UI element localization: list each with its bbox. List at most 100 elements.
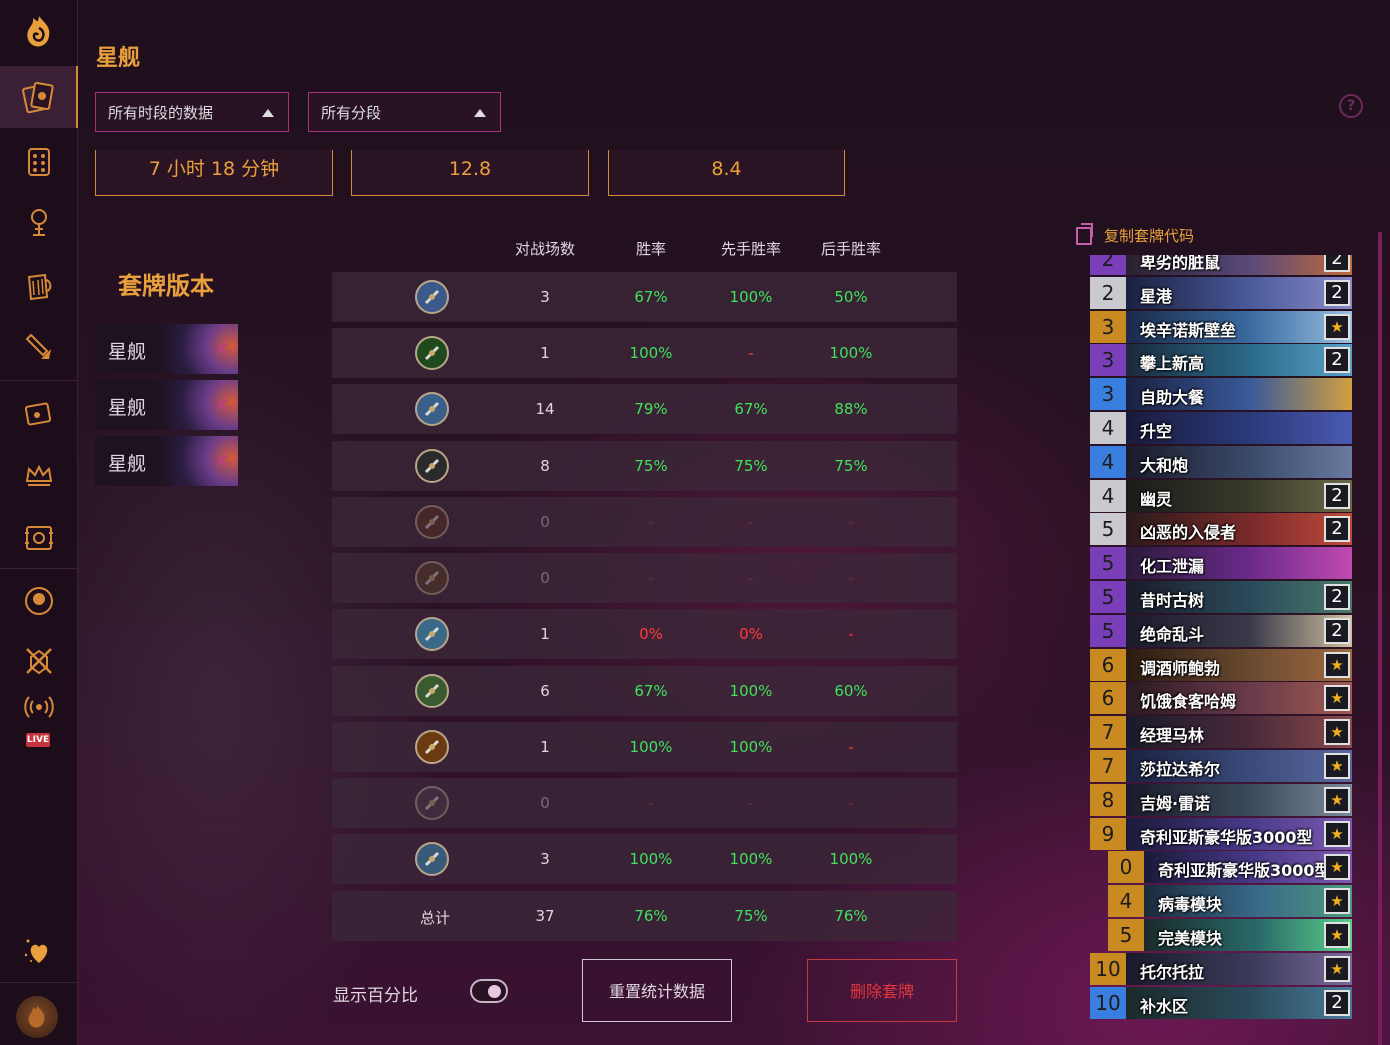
deck-version-name: 星舰 xyxy=(108,341,147,363)
sidebar-item-trophy[interactable] xyxy=(0,192,78,254)
flame-logo-icon xyxy=(27,16,50,47)
card-name: 饥饿食客哈姆 xyxy=(1140,692,1237,712)
stat-box-2: 12.8 xyxy=(351,150,589,196)
table-row: 6 67% 100% 60% xyxy=(332,666,957,716)
card-list-subitem[interactable]: 0 奇利亚斯豪华版3000型 ★ xyxy=(1108,851,1352,884)
card-list-subitem[interactable]: 4 病毒模块 ★ xyxy=(1108,885,1352,918)
show-percent-toggle[interactable] xyxy=(470,979,508,1003)
deck-version-item[interactable]: 星舰 × xyxy=(95,380,238,430)
card-list-scrollbar[interactable] xyxy=(1378,232,1382,1045)
card-cost: 0 xyxy=(1108,851,1144,884)
sidebar-item-profile[interactable] xyxy=(0,570,78,632)
help-icon[interactable]: ? xyxy=(1339,94,1363,118)
delete-deck-button[interactable]: 删除套牌 xyxy=(807,959,957,1022)
total-second-winrate-cell: 76% xyxy=(834,907,868,925)
card-list-item[interactable]: 10 补水区 2 xyxy=(1090,986,1352,1019)
card-name: 昔时古树 xyxy=(1140,591,1205,610)
card-list-item[interactable]: 6 调酒师鲍勃 ★ xyxy=(1090,648,1352,681)
card-list-item[interactable]: 5 绝命乱斗 2 xyxy=(1090,614,1352,647)
card-list-item[interactable]: 7 莎拉达希尔 ★ xyxy=(1090,750,1352,782)
remove-version-icon[interactable]: × xyxy=(213,336,230,360)
card-count-badge: 2 xyxy=(1324,255,1350,272)
sidebar-item-arena[interactable] xyxy=(0,316,78,378)
time-range-dropdown[interactable]: 所有时段的数据 xyxy=(95,92,289,132)
card-list-item[interactable]: 5 凶恶的入侵者 2 xyxy=(1090,513,1352,546)
card-list-item[interactable]: 4 升空 xyxy=(1090,412,1352,444)
card-list-item[interactable]: 10 托尔托拉 ★ xyxy=(1090,952,1352,985)
deck-version-item[interactable]: 星舰 × xyxy=(95,436,238,486)
app-logo[interactable] xyxy=(0,0,78,64)
games-cell: 0 xyxy=(540,513,550,531)
card-art: 调酒师鲍勃 ★ xyxy=(1126,648,1352,681)
card-name: 调酒师鲍勃 xyxy=(1140,658,1221,678)
total-winrate-cell: 76% xyxy=(634,907,668,925)
sidebar-item-tournament[interactable] xyxy=(0,630,78,692)
card-name: 化工泄漏 xyxy=(1140,557,1205,577)
card-art: 吉姆·雷诺 ★ xyxy=(1126,783,1352,816)
card-list-item[interactable]: 7 经理马林 ★ xyxy=(1090,716,1352,749)
card-list-item[interactable]: 3 埃辛诺斯壁垒 ★ xyxy=(1090,310,1352,343)
header-second-winrate: 后手胜率 xyxy=(820,240,881,258)
winrate-cell: - xyxy=(648,513,654,531)
card-list-item[interactable]: 2 星港 2 xyxy=(1090,276,1352,309)
live-broadcast-icon xyxy=(24,696,54,718)
card-list-item[interactable]: 5 昔时古树 2 xyxy=(1090,581,1352,613)
card-list-item[interactable]: 8 吉姆·雷诺 ★ xyxy=(1090,783,1352,816)
remove-version-icon[interactable]: × xyxy=(213,448,230,472)
legendary-star-icon: ★ xyxy=(1324,651,1350,678)
card-art: 凶恶的入侵者 2 xyxy=(1126,513,1352,546)
mercenaries-icon xyxy=(25,526,53,550)
card-list-item[interactable]: 4 大和炮 xyxy=(1090,445,1352,478)
stat-play-time: 7 小时 18 分钟 xyxy=(95,150,333,196)
card-list-item[interactable]: 3 自助大餐 xyxy=(1090,378,1352,411)
crown-icon xyxy=(25,464,53,486)
sidebar-item-collection[interactable] xyxy=(0,130,78,192)
card-cost: 8 xyxy=(1090,783,1126,816)
card-list-item[interactable]: 6 饥饿食客哈姆 ★ xyxy=(1090,682,1352,715)
copy-deck-code-button[interactable]: 复制套牌代码 xyxy=(1076,222,1194,246)
card-cost: 3 xyxy=(1090,378,1126,411)
table-row: 14 79% 67% 88% xyxy=(332,384,957,434)
rank-range-dropdown[interactable]: 所有分段 xyxy=(308,92,501,132)
winrate-cell: 100% xyxy=(629,738,673,756)
games-cell: 0 xyxy=(540,569,550,587)
rank-range-value: 所有分段 xyxy=(321,103,382,122)
paladin-hero-icon xyxy=(415,730,449,764)
sidebar-item-tavern[interactable] xyxy=(0,254,78,316)
card-art: 昔时古树 2 xyxy=(1126,581,1352,613)
card-name: 自助大餐 xyxy=(1140,388,1205,408)
card-list-item[interactable]: 2 卑劣的脏鼠 2 xyxy=(1090,255,1352,275)
card-cost: 6 xyxy=(1090,682,1126,715)
sidebar-item-decks[interactable] xyxy=(0,66,78,128)
card-list-item[interactable]: 3 攀上新高 2 xyxy=(1090,344,1352,377)
card-name: 卑劣的脏鼠 xyxy=(1140,255,1221,272)
card-art: 奇利亚斯豪华版3000型 ★ xyxy=(1144,851,1352,884)
rogue-hero-icon xyxy=(415,449,449,483)
sidebar-item-battlegrounds[interactable] xyxy=(0,444,78,506)
sidebar-item-support[interactable] xyxy=(0,920,78,982)
reset-stats-button[interactable]: 重置统计数据 xyxy=(582,959,732,1022)
legendary-star-icon: ★ xyxy=(1324,753,1350,779)
remove-version-icon[interactable]: × xyxy=(213,392,230,416)
card-cost: 4 xyxy=(1090,479,1126,512)
deck-version-item[interactable]: 星舰 × xyxy=(95,324,238,374)
card-art: 自助大餐 xyxy=(1126,378,1352,411)
user-avatar[interactable] xyxy=(16,996,58,1038)
second-winrate-cell: 100% xyxy=(829,850,873,868)
card-list-item[interactable]: 4 幽灵 2 xyxy=(1090,479,1352,512)
games-cell: 6 xyxy=(540,682,550,700)
first-winrate-cell: 0% xyxy=(739,625,763,643)
sidebar-item-duels[interactable] xyxy=(0,382,78,444)
table-row: 1 0% 0% - xyxy=(332,609,957,659)
card-count-badge: 2 xyxy=(1324,516,1350,543)
table-row: 3 67% 100% 50% xyxy=(332,272,957,322)
card-list[interactable]: 2 卑劣的脏鼠 2 2 星港 2 3 埃辛诺斯壁垒 ★ 3 攀上新高 2 3 自助大餐 4 升空 4 大和炮 4 幽灵… xyxy=(1090,255,1353,1025)
stat-play-time-value: 7 小时 18 分钟 xyxy=(148,158,280,180)
card-name: 幽灵 xyxy=(1140,489,1173,509)
card-list-subitem[interactable]: 5 完美模块 ★ xyxy=(1108,919,1352,951)
sidebar-item-mercenaries[interactable] xyxy=(0,506,78,568)
card-list-item[interactable]: 9 奇利亚斯豪华版3000型 ★ xyxy=(1090,817,1352,850)
second-winrate-cell: - xyxy=(848,513,854,531)
card-list-item[interactable]: 5 化工泄漏 xyxy=(1090,547,1352,580)
card-art: 幽灵 2 xyxy=(1126,479,1352,512)
